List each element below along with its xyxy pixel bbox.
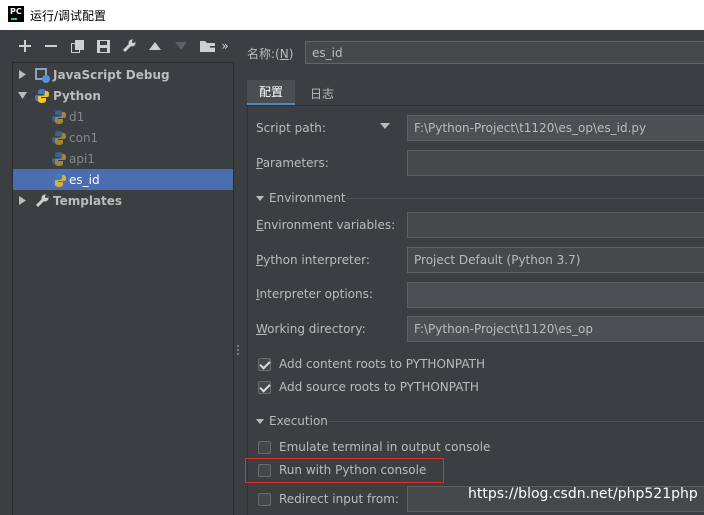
- emulate-terminal-checkbox[interactable]: [258, 440, 271, 454]
- add-source-roots-checkbox[interactable]: [258, 380, 271, 394]
- tree-item-es-id[interactable]: es_id: [13, 169, 233, 190]
- copy-icon[interactable]: [64, 30, 90, 62]
- collapse-arrow-icon: [256, 418, 264, 424]
- title-bar: PC 运行/调试配置: [0, 0, 704, 30]
- python-icon: [51, 151, 67, 167]
- pycharm-logo-icon: PC: [8, 6, 24, 22]
- env-vars-label-text: nvironment variables:: [263, 218, 396, 232]
- env-vars-label: Environment variables:: [256, 218, 395, 232]
- interpreter-options-label: Interpreter options:: [256, 287, 373, 301]
- checkbox-label: Redirect input from:: [279, 492, 399, 506]
- checkbox-label: Add source roots to PYTHONPATH: [279, 380, 479, 394]
- python-interpreter-select[interactable]: Project Default (Python 3.7): [407, 247, 704, 273]
- logo-text: PC: [10, 7, 22, 16]
- tab-logs[interactable]: 日志: [298, 80, 346, 106]
- execution-section[interactable]: Execution: [256, 413, 704, 429]
- name-label: 名称:(N): [247, 45, 293, 62]
- script-type-dropdown-icon[interactable]: [380, 123, 390, 129]
- config-toolbar: »: [0, 30, 245, 62]
- section-divider: [346, 198, 704, 199]
- python-interpreter-label-text: ython interpreter:: [263, 253, 370, 267]
- tree-item-label: api1: [69, 151, 95, 166]
- interpreter-options-input[interactable]: [407, 282, 704, 308]
- wrench-icon[interactable]: [116, 30, 142, 62]
- script-path-label: Script path:: [256, 121, 326, 135]
- redirect-input-checkbox[interactable]: [258, 492, 271, 506]
- env-vars-label-mnemonic: E: [256, 218, 264, 232]
- name-input[interactable]: [305, 41, 704, 64]
- tab-configuration[interactable]: 配置: [247, 80, 296, 106]
- expand-arrow-icon[interactable]: [18, 196, 27, 205]
- python-icon: [51, 172, 67, 188]
- add-source-roots-option[interactable]: Add source roots to PYTHONPATH: [258, 378, 479, 396]
- working-directory-label-mnemonic: W: [256, 322, 268, 336]
- expand-arrow-icon[interactable]: [18, 70, 27, 79]
- save-icon[interactable]: [90, 30, 116, 62]
- environment-section[interactable]: Environment: [256, 190, 704, 206]
- add-content-roots-checkbox[interactable]: [258, 357, 271, 371]
- splitter-handle[interactable]: [236, 345, 240, 359]
- name-label-mnemonic: N: [279, 47, 289, 61]
- more-icon[interactable]: »: [216, 30, 234, 62]
- python-icon: [51, 130, 67, 146]
- move-down-icon[interactable]: [168, 30, 194, 62]
- tree-item-con1[interactable]: con1: [13, 127, 233, 148]
- environment-section-label: Environment: [269, 191, 346, 205]
- python-icon: [34, 88, 50, 104]
- remove-icon[interactable]: [38, 30, 64, 62]
- add-icon[interactable]: [12, 30, 38, 62]
- tree-item-label: Python: [53, 88, 101, 103]
- collapse-arrow-icon[interactable]: [18, 91, 27, 100]
- tree-item-label: es_id: [69, 172, 100, 187]
- name-label-prefix: 名称:(: [247, 47, 280, 61]
- emulate-terminal-option[interactable]: Emulate terminal in output console: [258, 438, 490, 456]
- javascript-debug-icon: [34, 67, 50, 83]
- env-vars-input[interactable]: [407, 212, 704, 238]
- redirect-input-option[interactable]: Redirect input from:: [258, 490, 399, 508]
- interpreter-options-label-text: nterpreter options:: [259, 287, 373, 301]
- python-interpreter-label: Python interpreter:: [256, 253, 370, 267]
- wrench-icon: [34, 193, 50, 209]
- tree-item-label: d1: [69, 109, 85, 124]
- watermark-text: https://blog.csdn.net/php521php: [468, 486, 698, 502]
- parameters-label-mnemonic: P: [256, 156, 263, 170]
- add-content-roots-option[interactable]: Add content roots to PYTHONPATH: [258, 355, 485, 373]
- parameters-input[interactable]: [407, 150, 704, 176]
- parameters-label-text: arameters:: [262, 156, 329, 170]
- window-title: 运行/调试配置: [30, 9, 107, 23]
- tree-item-d1[interactable]: d1: [13, 106, 233, 127]
- collapse-arrow-icon: [256, 195, 264, 201]
- config-tree: JavaScript Debug Python d1 con1 api1 es_…: [12, 62, 234, 515]
- working-directory-label: Working directory:: [256, 322, 366, 336]
- checkbox-label: Emulate terminal in output console: [279, 440, 491, 454]
- tree-item-label: Templates: [53, 193, 123, 208]
- tree-item-templates[interactable]: Templates: [13, 190, 233, 211]
- working-directory-input[interactable]: F:\Python-Project\t1120\es_op: [407, 316, 704, 342]
- execution-section-label: Execution: [269, 414, 328, 428]
- script-path-input[interactable]: F:\Python-Project\t1120\es_op\es_id.py: [407, 115, 704, 141]
- tree-item-javascript-debug[interactable]: JavaScript Debug: [13, 64, 233, 85]
- checkbox-label: Add content roots to PYTHONPATH: [279, 357, 485, 371]
- parameters-label: Parameters:: [256, 156, 329, 170]
- tree-item-api1[interactable]: api1: [13, 148, 233, 169]
- section-divider: [328, 421, 704, 422]
- working-directory-label-text: orking directory:: [267, 322, 366, 336]
- tree-item-python[interactable]: Python: [13, 85, 233, 106]
- highlight-annotation: [245, 458, 444, 483]
- python-icon: [51, 109, 67, 125]
- name-label-suffix: ): [288, 47, 294, 61]
- tree-item-label: JavaScript Debug: [53, 67, 170, 82]
- tree-item-label: con1: [69, 130, 99, 145]
- move-up-icon[interactable]: [142, 30, 168, 62]
